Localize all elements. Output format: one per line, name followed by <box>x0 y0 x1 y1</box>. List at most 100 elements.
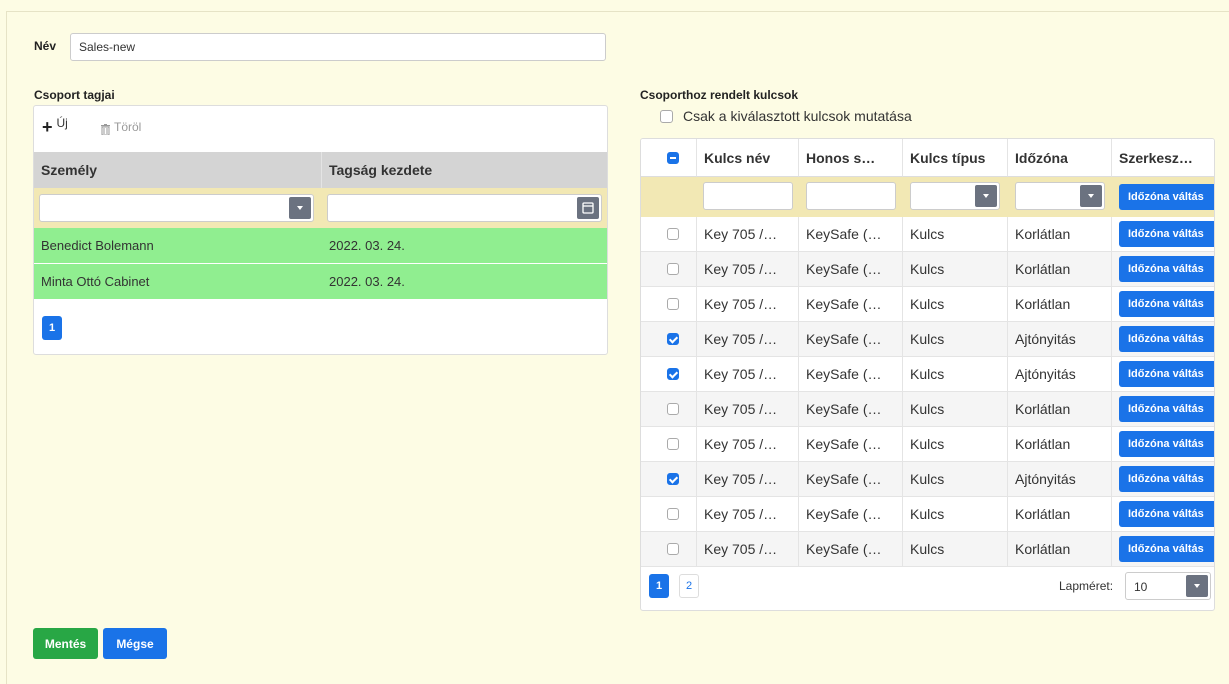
filter-zone-switch-button[interactable]: Időzóna váltás <box>1119 184 1214 210</box>
keys-page-1[interactable]: 1 <box>649 574 669 598</box>
zone-filter-select[interactable] <box>1015 182 1105 210</box>
type-filter-select[interactable] <box>910 182 1000 210</box>
new-member-button[interactable]: + Új <box>42 116 68 136</box>
zone-switch-button[interactable]: Időzóna váltás <box>1119 256 1214 282</box>
show-selected-checkbox[interactable] <box>660 109 673 123</box>
col-edit-header[interactable]: Szerkesz… <box>1112 139 1214 177</box>
select-all-header[interactable] <box>641 139 697 177</box>
key-home-cell: KeySafe (… <box>799 392 903 427</box>
col-type-header[interactable]: Kulcs típus <box>903 139 1008 177</box>
key-type: Kulcs <box>910 541 945 557</box>
key-type: Kulcs <box>910 436 945 452</box>
row-checkbox[interactable] <box>666 298 679 310</box>
keys-page-2[interactable]: 2 <box>679 574 699 598</box>
row-checkbox[interactable] <box>666 228 679 240</box>
zone-switch-button[interactable]: Időzóna váltás <box>1119 536 1214 562</box>
row-select-cell <box>641 532 697 567</box>
row-checkbox[interactable] <box>666 263 679 275</box>
key-type: Kulcs <box>910 296 945 312</box>
row-checkbox[interactable] <box>666 438 679 450</box>
key-home-cell: KeySafe (… <box>799 287 903 322</box>
zone-switch-button[interactable]: Időzóna váltás <box>1119 431 1214 457</box>
table-row[interactable]: 2022. 03. 24. <box>322 228 607 264</box>
row-checkbox[interactable] <box>666 473 679 485</box>
cancel-button[interactable]: Mégse <box>103 628 167 659</box>
delete-member-label: Töröl <box>114 120 142 134</box>
key-zone: Ajtónyitás <box>1015 471 1076 487</box>
row-checkbox[interactable] <box>666 508 679 520</box>
row-select-cell <box>641 462 697 497</box>
col-person-header[interactable]: Személy <box>34 152 322 188</box>
row-select-cell <box>641 217 697 252</box>
key-type: Kulcs <box>910 261 945 277</box>
col-start-header[interactable]: Tagság kezdete <box>322 152 607 188</box>
col-start-label: Tagság kezdete <box>329 162 433 178</box>
key-name: Key 705 /… <box>704 541 778 557</box>
person-filter-select[interactable] <box>39 194 314 222</box>
row-select-cell <box>641 427 697 462</box>
key-name-cell: Key 705 /… <box>697 532 799 567</box>
key-type: Kulcs <box>910 226 945 242</box>
key-zone-cell: Ajtónyitás <box>1008 462 1112 497</box>
key-name-cell: Key 705 /… <box>697 357 799 392</box>
key-zone: Korlátlan <box>1015 296 1071 312</box>
key-zone-cell: Korlátlan <box>1008 497 1112 532</box>
delete-member-button[interactable]: Töröl <box>101 120 142 135</box>
key-home: KeySafe (… <box>806 226 882 242</box>
show-selected-toggle[interactable]: Csak a kiválasztott kulcsok mutatása <box>660 108 912 124</box>
key-type-cell: Kulcs <box>903 287 1008 322</box>
row-checkbox[interactable] <box>666 543 679 555</box>
name-input[interactable]: Sales-new <box>70 33 606 61</box>
col-key-name-label: Kulcs név <box>704 149 771 166</box>
col-edit-label: Szerkesz… <box>1119 149 1193 166</box>
col-key-name-header[interactable]: Kulcs név <box>697 139 799 177</box>
key-name: Key 705 /… <box>704 331 778 347</box>
page-size-select[interactable]: 10 <box>1125 572 1211 600</box>
key-zone: Korlátlan <box>1015 401 1071 417</box>
member-person: Benedict Bolemann <box>41 238 154 253</box>
key-action-cell: Időzóna váltás <box>1112 217 1214 252</box>
key-type: Kulcs <box>910 506 945 522</box>
key-type-cell: Kulcs <box>903 462 1008 497</box>
table-row[interactable]: Benedict Bolemann <box>34 228 322 264</box>
zone-switch-button[interactable]: Időzóna váltás <box>1119 291 1214 317</box>
key-home: KeySafe (… <box>806 261 882 277</box>
key-name-cell: Key 705 /… <box>697 497 799 532</box>
key-zone-cell: Korlátlan <box>1008 532 1112 567</box>
key-type-cell: Kulcs <box>903 322 1008 357</box>
left-border <box>6 11 7 684</box>
zone-switch-button[interactable]: Időzóna váltás <box>1119 361 1214 387</box>
key-type-cell: Kulcs <box>903 497 1008 532</box>
members-page-1[interactable]: 1 <box>42 316 62 340</box>
col-home-header[interactable]: Honos s… <box>799 139 903 177</box>
table-row[interactable]: Minta Ottó Cabinet <box>34 264 322 300</box>
row-checkbox[interactable] <box>666 368 679 380</box>
calendar-icon[interactable] <box>577 197 599 219</box>
zone-switch-button[interactable]: Időzóna váltás <box>1119 396 1214 422</box>
key-zone: Korlátlan <box>1015 261 1071 277</box>
key-zone-cell: Korlátlan <box>1008 217 1112 252</box>
col-zone-header[interactable]: Időzóna <box>1008 139 1112 177</box>
zone-switch-button[interactable]: Időzóna váltás <box>1119 221 1214 247</box>
key-action-cell: Időzóna váltás <box>1112 497 1214 532</box>
home-filter[interactable] <box>806 182 896 210</box>
key-home: KeySafe (… <box>806 366 882 382</box>
key-name-cell: Key 705 /… <box>697 322 799 357</box>
table-row[interactable]: 2022. 03. 24. <box>322 264 607 300</box>
key-type-cell: Kulcs <box>903 392 1008 427</box>
keys-title: Csoporthoz rendelt kulcsok <box>640 88 799 102</box>
zone-switch-button[interactable]: Időzóna váltás <box>1119 466 1214 492</box>
page-size-value: 10 <box>1134 580 1148 594</box>
start-date-filter[interactable] <box>327 194 602 222</box>
select-all-checkbox[interactable] <box>666 151 679 164</box>
zone-switch-button[interactable]: Időzóna váltás <box>1119 326 1214 352</box>
zone-switch-button[interactable]: Időzóna váltás <box>1119 501 1214 527</box>
row-checkbox[interactable] <box>666 403 679 415</box>
key-name-filter[interactable] <box>703 182 793 210</box>
row-checkbox[interactable] <box>666 333 679 345</box>
key-type: Kulcs <box>910 401 945 417</box>
name-label: Név <box>34 39 57 53</box>
save-button[interactable]: Mentés <box>33 628 98 659</box>
key-zone: Korlátlan <box>1015 506 1071 522</box>
key-type: Kulcs <box>910 331 945 347</box>
